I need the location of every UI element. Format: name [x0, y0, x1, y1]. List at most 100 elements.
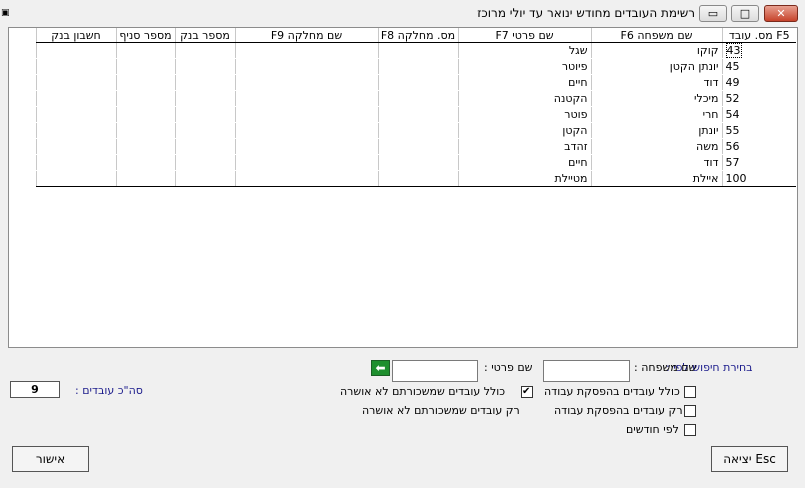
table-cell[interactable]: יונתן הקטן	[590, 58, 722, 75]
table-cell[interactable]	[115, 74, 175, 91]
include-stopped-label[interactable]: כולל עובדים בהפסקת עבודה	[544, 385, 680, 398]
app-icon[interactable]: ▣	[1, 8, 11, 18]
table-cell[interactable]: שגל	[457, 42, 591, 59]
table-cell[interactable]: 57	[721, 154, 796, 171]
employees-grid[interactable]: F5 מס. עובד שם משפחה F6 שם פרטי F7 מס. מחלק…	[8, 27, 798, 348]
table-cell[interactable]: מיכלי	[590, 90, 722, 107]
search-go-button[interactable]: ⬅	[371, 360, 390, 376]
column-header[interactable]: חשבון בנק	[35, 28, 116, 43]
table-row[interactable]: 55 יונתן הקטן	[35, 122, 796, 139]
column-header[interactable]: שם משפחה F6	[590, 28, 722, 43]
by-months-checkbox[interactable]	[684, 424, 696, 436]
table-cell[interactable]	[35, 90, 116, 107]
table-cell[interactable]	[35, 42, 116, 59]
table-cell[interactable]	[35, 138, 116, 155]
table-cell[interactable]	[35, 58, 116, 75]
column-header[interactable]: מס. מחלקה F8	[377, 28, 458, 43]
by-months-label[interactable]: לפי חודשים	[626, 423, 679, 436]
table-cell[interactable]	[234, 74, 378, 91]
close-button[interactable]: ✕	[764, 5, 798, 22]
table-cell[interactable]: דוד	[590, 74, 722, 91]
table-cell[interactable]: הקטן	[457, 122, 591, 139]
table-cell[interactable]	[35, 74, 116, 91]
table-cell[interactable]	[35, 122, 116, 139]
table-cell[interactable]	[234, 90, 378, 107]
table-cell[interactable]: משה	[590, 138, 722, 155]
table-cell[interactable]: 54	[721, 106, 796, 123]
table-row[interactable]: 57 דוד חיים	[35, 154, 796, 171]
table-cell[interactable]: 55	[721, 122, 796, 139]
column-header[interactable]: מספר סניף	[115, 28, 175, 43]
table-cell[interactable]	[377, 90, 458, 107]
table-cell[interactable]	[377, 74, 458, 91]
only-stopped-checkbox[interactable]	[684, 405, 696, 417]
table-cell[interactable]	[377, 170, 458, 187]
table-cell[interactable]	[115, 42, 175, 59]
table-cell[interactable]	[115, 90, 175, 107]
table-cell[interactable]	[115, 138, 175, 155]
table-cell[interactable]	[174, 154, 235, 171]
table-cell[interactable]: 56	[721, 138, 796, 155]
column-header[interactable]: F5 מס. עובד	[721, 28, 796, 43]
table-cell[interactable]	[174, 90, 235, 107]
table-cell[interactable]	[174, 58, 235, 75]
include-unapproved-label[interactable]: כולל עובדים שמשכורתם לא אושרה	[340, 385, 505, 398]
table-cell[interactable]: קוקו	[590, 42, 722, 59]
column-header[interactable]: שם פרטי F7	[457, 28, 591, 43]
table-row[interactable]: 52 מיכלי הקטנה	[35, 90, 796, 107]
last-name-input[interactable]	[543, 360, 630, 382]
confirm-button[interactable]: אישור	[12, 446, 89, 472]
only-stopped-label[interactable]: רק עובדים בהפסקת עבודה	[554, 404, 683, 417]
table-cell[interactable]: 52	[721, 90, 796, 107]
table-cell[interactable]	[234, 42, 378, 59]
table-cell[interactable]: חרי	[590, 106, 722, 123]
table-cell[interactable]	[377, 58, 458, 75]
table-cell[interactable]	[234, 58, 378, 75]
column-header[interactable]: מספר בנק	[174, 28, 235, 43]
table-cell[interactable]: יונתן	[590, 122, 722, 139]
table-row[interactable]: 49 דוד חיים	[35, 74, 796, 91]
table-cell[interactable]	[115, 170, 175, 187]
table-cell[interactable]	[115, 122, 175, 139]
table-cell[interactable]: 43	[721, 42, 796, 59]
table-cell[interactable]: איילת	[590, 170, 722, 187]
table-cell[interactable]	[377, 154, 458, 171]
table-cell[interactable]: מטיילת	[457, 170, 591, 187]
table-cell[interactable]	[234, 138, 378, 155]
table-cell[interactable]: פיוטר	[457, 58, 591, 75]
table-cell[interactable]: חיים	[457, 154, 591, 171]
table-row[interactable]: 43 קוקו שגל	[35, 42, 796, 59]
table-cell[interactable]	[377, 122, 458, 139]
table-cell[interactable]	[377, 42, 458, 59]
table-cell[interactable]: זהדב	[457, 138, 591, 155]
table-cell[interactable]	[174, 170, 235, 187]
table-cell[interactable]	[377, 106, 458, 123]
table-cell[interactable]: פוטר	[457, 106, 591, 123]
table-cell[interactable]: 49	[721, 74, 796, 91]
table-row[interactable]: 54 חרי פוטר	[35, 106, 796, 123]
only-unapproved-label[interactable]: רק עובדים שמשכורתם לא אושרה	[362, 404, 520, 417]
table-row[interactable]: 100 איילת מטיילת	[35, 170, 796, 187]
table-cell[interactable]	[35, 106, 116, 123]
table-cell[interactable]	[174, 122, 235, 139]
maximize-button[interactable]: □	[731, 5, 759, 22]
first-name-input[interactable]	[392, 360, 478, 382]
table-cell[interactable]	[115, 58, 175, 75]
table-cell[interactable]	[174, 138, 235, 155]
table-cell[interactable]	[377, 138, 458, 155]
table-cell[interactable]: חיים	[457, 74, 591, 91]
include-unapproved-checkbox[interactable]	[521, 385, 533, 398]
table-cell[interactable]: הקטנה	[457, 90, 591, 107]
table-cell[interactable]	[234, 170, 378, 187]
table-cell[interactable]	[115, 106, 175, 123]
column-header[interactable]: שם מחלקה F9	[234, 28, 378, 43]
table-cell[interactable]	[174, 74, 235, 91]
table-cell[interactable]: 100	[721, 170, 796, 187]
exit-button[interactable]: יציאה Esc	[711, 446, 788, 472]
table-cell[interactable]: דוד	[590, 154, 722, 171]
table-cell[interactable]: 45	[721, 58, 796, 75]
minimize-button[interactable]: ▭	[699, 5, 727, 22]
table-cell[interactable]	[35, 170, 116, 187]
table-cell[interactable]	[234, 154, 378, 171]
table-cell[interactable]	[234, 122, 378, 139]
